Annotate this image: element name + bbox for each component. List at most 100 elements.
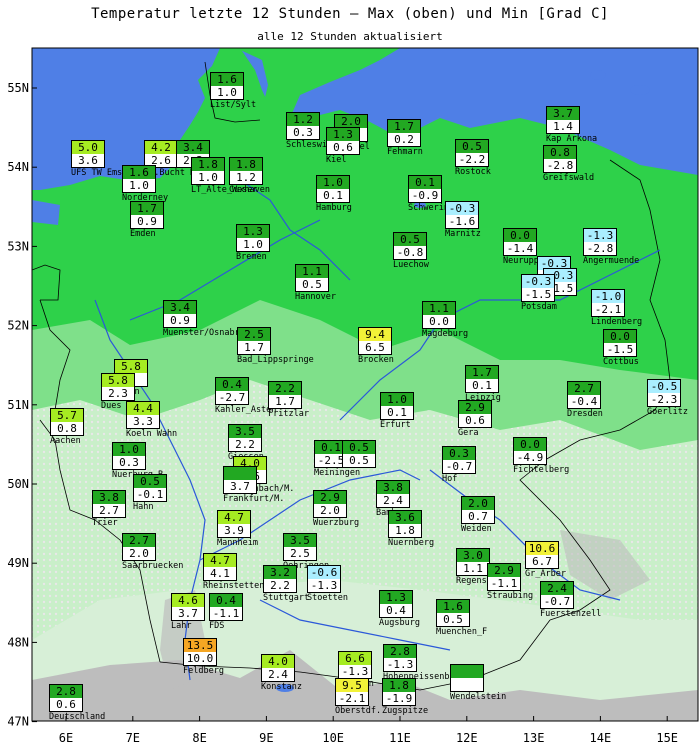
station-value-box: 5.8 2.3 [101, 373, 135, 401]
station-value-box: 0.5 -2.2 [455, 139, 489, 167]
station-max-temp: 3.0 [457, 549, 489, 563]
station-value-box: 2.8 0.6 [49, 684, 83, 712]
station-max-temp [451, 665, 483, 679]
station-max-temp: 2.4 [541, 582, 573, 596]
lat-tick-label: 54N [7, 160, 29, 174]
station-min-temp: 1.7 [238, 341, 270, 354]
station-value-box: 0.5 -0.8 [393, 232, 427, 260]
station-max-temp: 2.8 [50, 685, 82, 699]
station-value-box: 1.8 -1.9 [382, 678, 416, 706]
station-min-temp: -1.6 [446, 215, 478, 228]
station-value-box: 1.6 0.5 [436, 599, 470, 627]
station-value-box: 1.8 1.2 [229, 157, 263, 185]
station-value-box: 4.0 2.4 [261, 654, 295, 682]
station-value-box: 1.6 1.0 [122, 165, 156, 193]
lon-tick-label: 9E [259, 731, 273, 745]
station-max-temp: 2.0 [462, 497, 494, 511]
station-min-temp: -2.1 [592, 303, 624, 316]
station-min-temp: 0.4 [380, 604, 412, 617]
station-max-temp: 4.7 [204, 554, 236, 568]
station-value-box: 4.7 4.1 [203, 553, 237, 581]
lat-tick-label: 48N [7, 635, 29, 649]
station-name: Oberstdf. [335, 706, 382, 716]
station-value-box: -0.5 -2.3 [647, 379, 681, 407]
station-value-box: 1.7 0.2 [387, 119, 421, 147]
station-name: Bad_Lippspringe [237, 355, 314, 365]
station-name: Stoetten [307, 593, 348, 603]
station-min-temp: 2.2 [264, 579, 296, 592]
station-max-temp: 3.5 [284, 534, 316, 548]
station-min-temp: 0.8 [51, 422, 83, 435]
station-value-box: 3.7 1.4 [546, 106, 580, 134]
station-value-box: 1.0 0.1 [380, 392, 414, 420]
station-value-box: 9.5 -2.1 [335, 678, 369, 706]
station-name: Magdeburg [422, 329, 469, 339]
station-max-temp: 1.8 [192, 158, 224, 172]
station-max-temp: 9.5 [336, 679, 368, 693]
station-max-temp: 2.9 [488, 564, 520, 578]
station-name: Aachen [50, 436, 81, 446]
lon-tick-label: 7E [126, 731, 140, 745]
station-value-box: 0.1 -0.9 [408, 175, 442, 203]
station-value-box: 0.0 -1.4 [503, 228, 537, 256]
station-max-temp: 9.4 [359, 328, 391, 342]
lat-tick-label: 52N [7, 319, 29, 333]
station-name: Fehmarn [387, 147, 423, 157]
lon-tick-label: 13E [523, 731, 545, 745]
station-name: Deutschland [49, 712, 106, 722]
station-min-temp: 3.3 [127, 415, 159, 428]
lon-tick-label: 6E [59, 731, 73, 745]
station-min-temp: 0.2 [388, 133, 420, 146]
station-min-temp: -1.5 [604, 343, 636, 356]
station-min-temp: -2.7 [216, 391, 248, 404]
station-value-box [450, 664, 484, 692]
station-min-temp: -0.1 [134, 488, 166, 501]
station-max-temp: 0.1 [409, 176, 441, 190]
station-name: Fritzlar [268, 409, 309, 419]
station-name: Lindenberg [591, 317, 643, 327]
station-value-box: 2.5 1.7 [237, 327, 271, 355]
station-name: Rheinstetten [203, 581, 265, 591]
station-value-box: 1.1 0.5 [295, 264, 329, 292]
station-name: Hahn [133, 502, 154, 512]
station-min-temp: 0.3 [287, 126, 319, 139]
station-max-temp: 3.4 [164, 301, 196, 315]
station-name: Fuerstenzell [540, 609, 602, 619]
station-min-temp: 0.7 [462, 510, 494, 523]
station-value-box: 3.7 [223, 466, 257, 494]
station-name: Emden [130, 229, 156, 239]
station-max-temp: -0.3 [446, 202, 478, 216]
station-max-temp: 2.2 [269, 382, 301, 396]
station-max-temp: 3.4 [177, 141, 209, 155]
station-min-temp: -0.8 [394, 246, 426, 259]
lon-tick-label: 11E [389, 731, 411, 745]
station-value-box: 3.2 2.2 [263, 565, 297, 593]
station-max-temp: 2.9 [459, 401, 491, 415]
station-name: Koeln Wahn [126, 429, 178, 439]
station-value-box: 2.7 -0.4 [567, 381, 601, 409]
station-min-temp: 2.4 [377, 494, 409, 507]
station-name: List/Sylt [210, 100, 257, 110]
station-min-temp: -2.1 [336, 692, 368, 705]
station-min-temp: -1.3 [384, 658, 416, 671]
station-value-box: 0.8 -2.8 [543, 145, 577, 173]
station-name: Weiden [461, 524, 492, 534]
station-max-temp: 0.8 [544, 146, 576, 160]
lon-tick-label: 14E [590, 731, 612, 745]
station-max-temp: 5.8 [115, 360, 147, 374]
station-max-temp: -0.6 [308, 566, 340, 580]
station-max-temp: 1.7 [388, 120, 420, 134]
station-min-temp: 1.0 [123, 179, 155, 192]
station-value-box: 1.6 1.0 [210, 72, 244, 100]
station-max-temp: 1.2 [287, 113, 319, 127]
station-min-temp: 2.7 [93, 504, 125, 517]
station-max-temp: 1.6 [211, 73, 243, 87]
station-min-temp: -0.7 [443, 460, 475, 473]
station-name: Fichtelberg [513, 465, 570, 475]
station-name: Meiningen [314, 468, 361, 478]
map-title: Temperatur letzte 12 Stunden — Max (oben… [91, 6, 609, 22]
station-min-temp: 2.2 [229, 438, 261, 451]
station-min-temp: 1.1 [457, 562, 489, 575]
station-min-temp: 2.5 [284, 547, 316, 560]
station-value-box: -0.3 -1.5 [521, 274, 555, 302]
